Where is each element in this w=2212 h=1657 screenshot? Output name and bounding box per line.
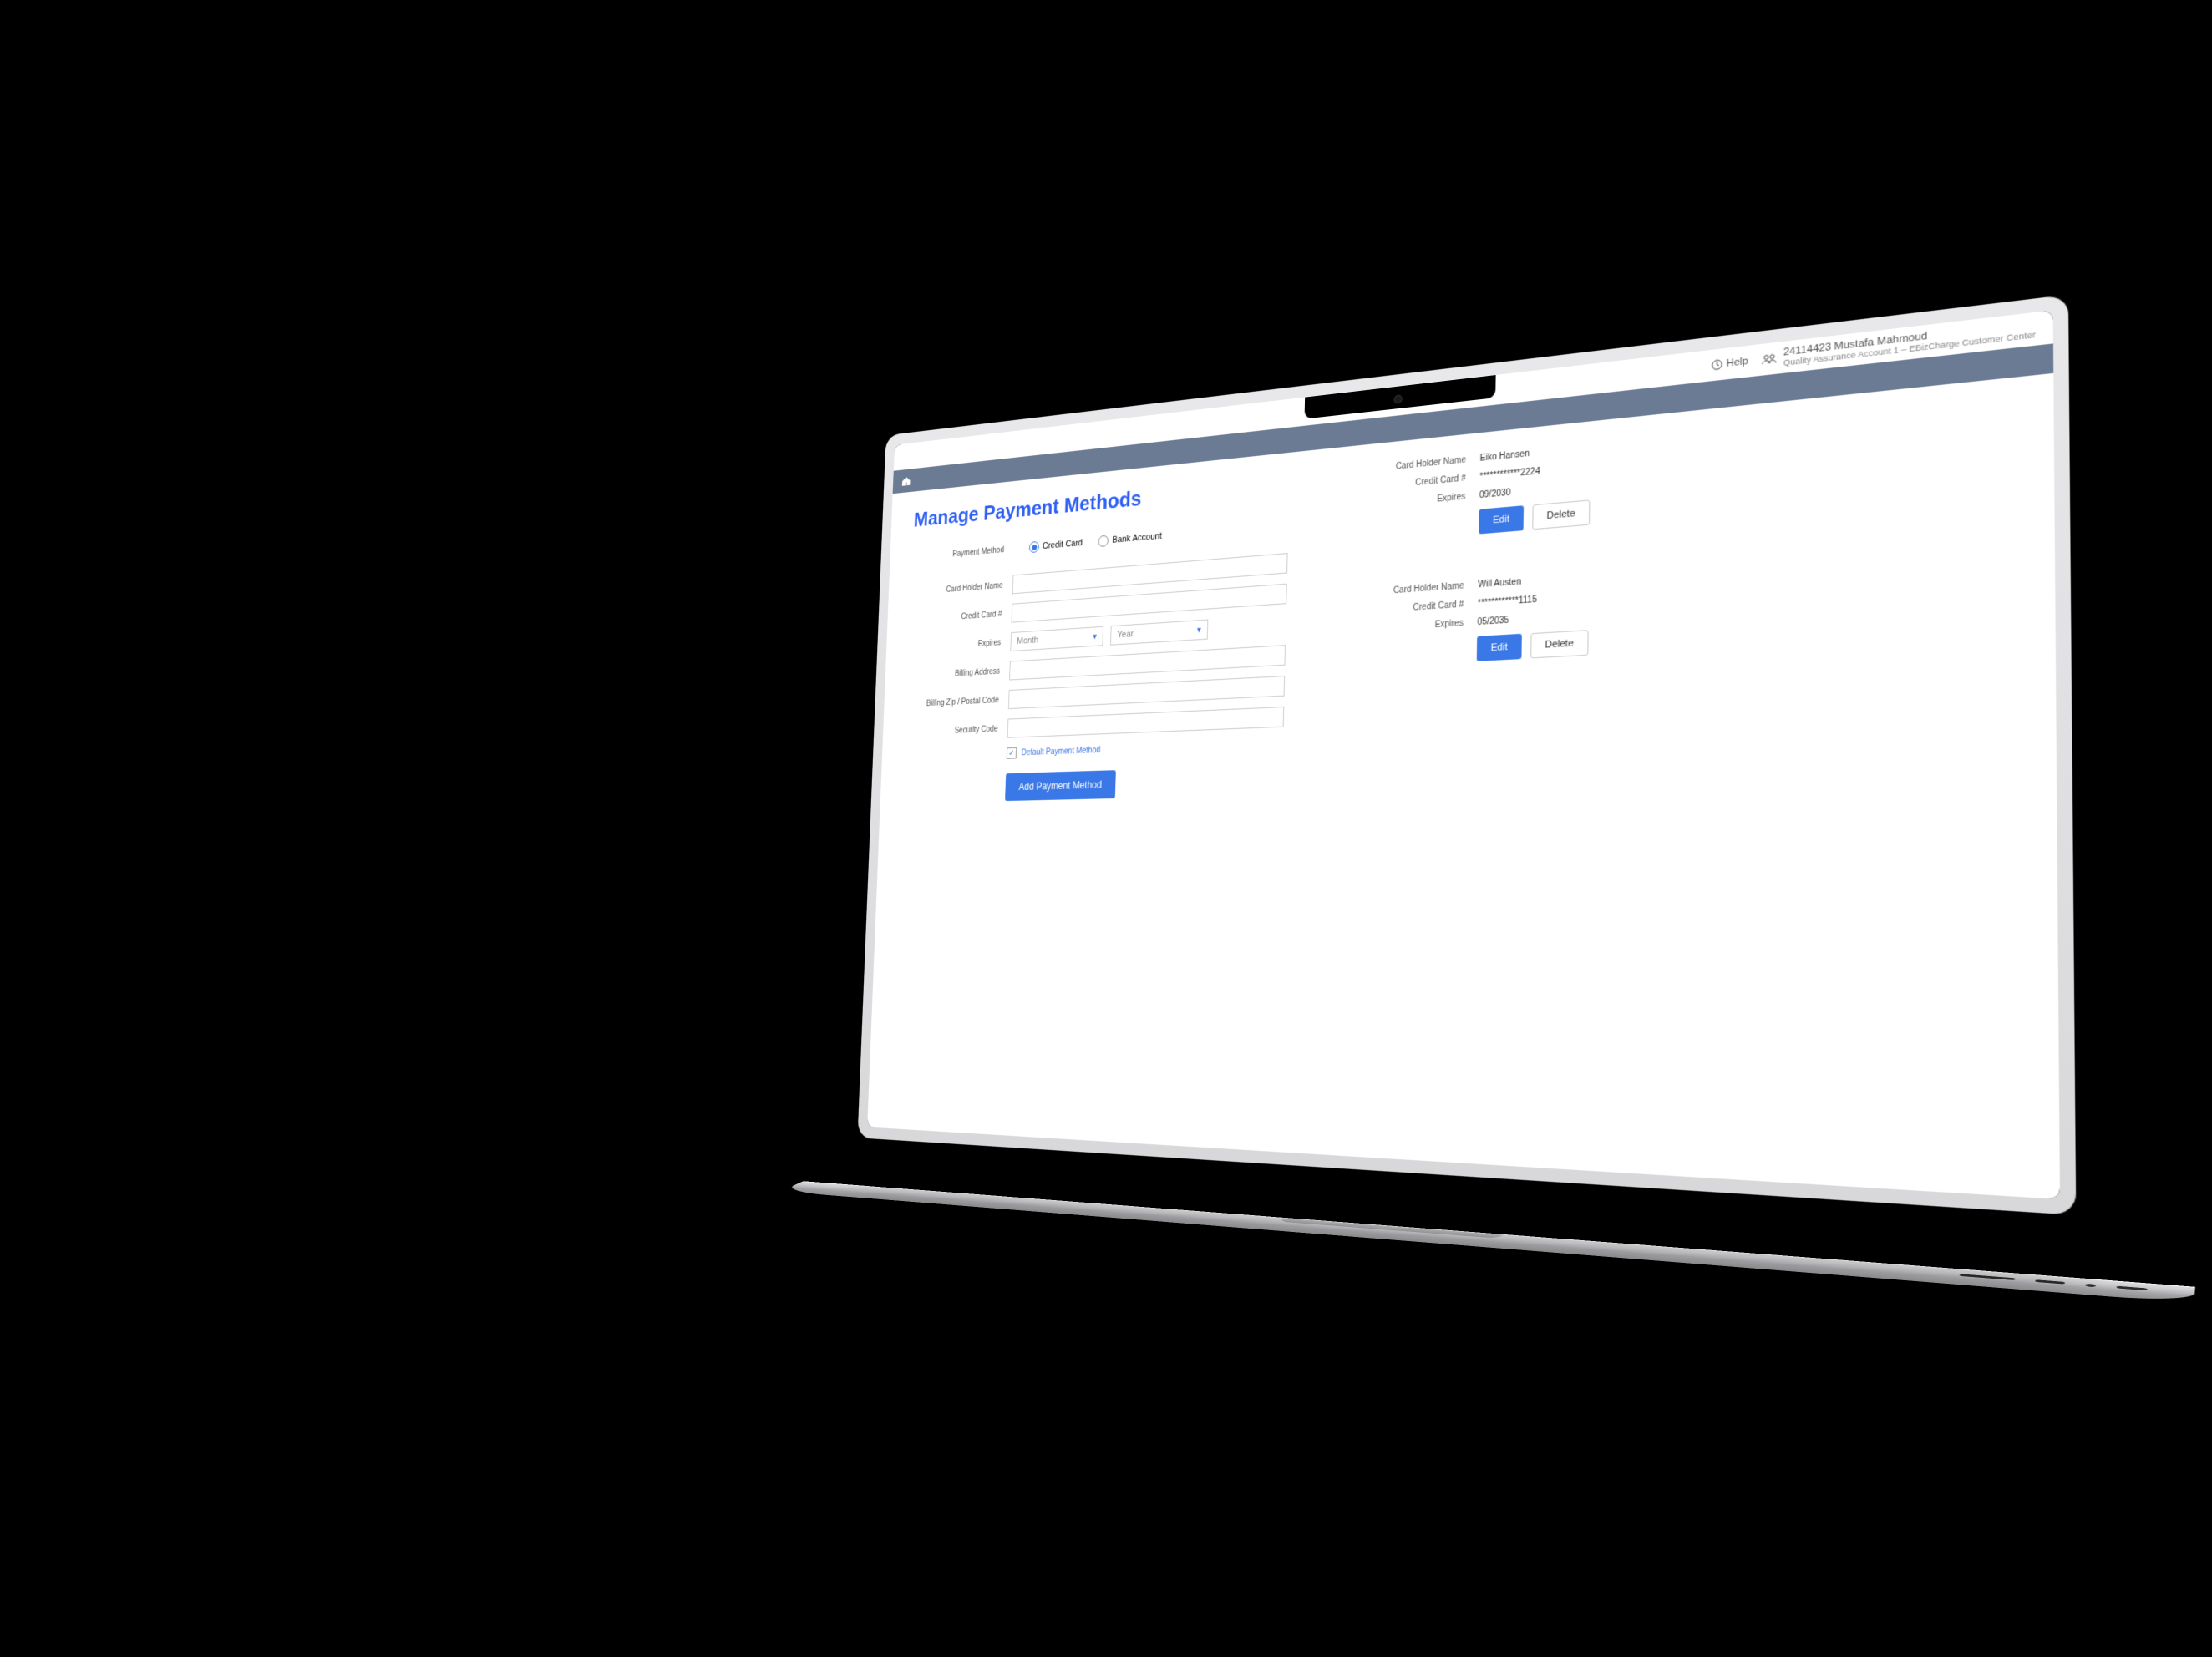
saved-card-holder-label: Card Holder Name [1362, 454, 1479, 474]
chevron-down-icon: ▼ [1092, 632, 1098, 641]
radio-credit-label: Credit Card [1043, 538, 1083, 551]
billing-address-label: Billing Address [907, 666, 1009, 681]
account-switcher[interactable]: 24114423 Mustafa Mahmoud Quality Assuran… [1762, 317, 2036, 370]
radio-dot-icon [1029, 541, 1039, 553]
month-placeholder: Month [1017, 636, 1038, 646]
card-holder-label: Card Holder Name [911, 580, 1012, 597]
app-window: Help 24114423 Mustafa Mahmoud Quality As… [867, 310, 2060, 1199]
security-code-label: Security Code [906, 724, 1008, 737]
radio-bank-label: Bank Account [1112, 531, 1162, 545]
saved-card: Card Holder NameWill AustenCredit Card #… [1358, 560, 1755, 667]
delete-card-button[interactable]: Delete [1530, 630, 1588, 658]
edit-card-button[interactable]: Edit [1479, 505, 1524, 534]
security-code-input[interactable] [1007, 707, 1285, 738]
year-placeholder: Year [1117, 629, 1134, 640]
topbar: Help 24114423 Mustafa Mahmoud Quality As… [894, 310, 2053, 470]
default-method-checkbox[interactable]: ✓ [1007, 747, 1017, 759]
navbar [893, 343, 2054, 494]
add-payment-method-button[interactable]: Add Payment Method [1005, 770, 1116, 801]
edit-card-button[interactable]: Edit [1477, 634, 1522, 661]
saved-card-holder: Will Austen [1478, 577, 1521, 590]
help-label: Help [1727, 356, 1748, 369]
saved-card-expires: 09/2030 [1479, 488, 1511, 500]
card-holder-input[interactable] [1012, 553, 1288, 594]
expiry-year-select[interactable]: Year ▼ [1110, 620, 1208, 646]
saved-card: Card Holder NameEiko HansenCredit Card #… [1361, 427, 1756, 544]
saved-card-number-label: Credit Card # [1359, 599, 1478, 616]
card-number-label: Credit Card # [910, 609, 1012, 625]
delete-card-button[interactable]: Delete [1532, 499, 1590, 530]
saved-card-holder-label: Card Holder Name [1359, 580, 1478, 598]
billing-address-input[interactable] [1009, 645, 1286, 680]
billing-zip-input[interactable] [1008, 676, 1285, 709]
saved-card-expires-label: Expires [1358, 617, 1477, 634]
saved-card-number-label: Credit Card # [1362, 472, 1479, 493]
saved-card-holder: Eiko Hansen [1480, 448, 1530, 463]
radio-credit-card[interactable]: Credit Card [1029, 537, 1083, 553]
expiry-month-select[interactable]: Month ▼ [1010, 626, 1103, 651]
expires-label: Expires [909, 637, 1011, 652]
account-name: 24114423 Mustafa Mahmoud [1783, 317, 2036, 358]
account-sub: Quality Assurance Account 1 – EBizCharge… [1783, 330, 2036, 368]
chevron-down-icon: ▼ [1195, 626, 1202, 635]
clock-icon [1711, 358, 1722, 371]
people-icon [1762, 352, 1778, 365]
saved-card-expires-label: Expires [1362, 491, 1479, 511]
radio-bank-account[interactable]: Bank Account [1098, 530, 1162, 547]
billing-zip-label: Billing Zip / Postal Code [906, 695, 1008, 708]
saved-card-expires: 05/2035 [1477, 616, 1509, 627]
default-method-label: Default Payment Method [1022, 746, 1101, 758]
help-link[interactable]: Help [1711, 356, 1748, 371]
saved-card-number: ************1115 [1478, 595, 1537, 608]
home-icon[interactable] [901, 474, 911, 488]
payment-method-label: Payment Method [912, 545, 1014, 562]
saved-card-number: ************2224 [1479, 467, 1540, 482]
radio-dot-icon [1098, 535, 1109, 548]
